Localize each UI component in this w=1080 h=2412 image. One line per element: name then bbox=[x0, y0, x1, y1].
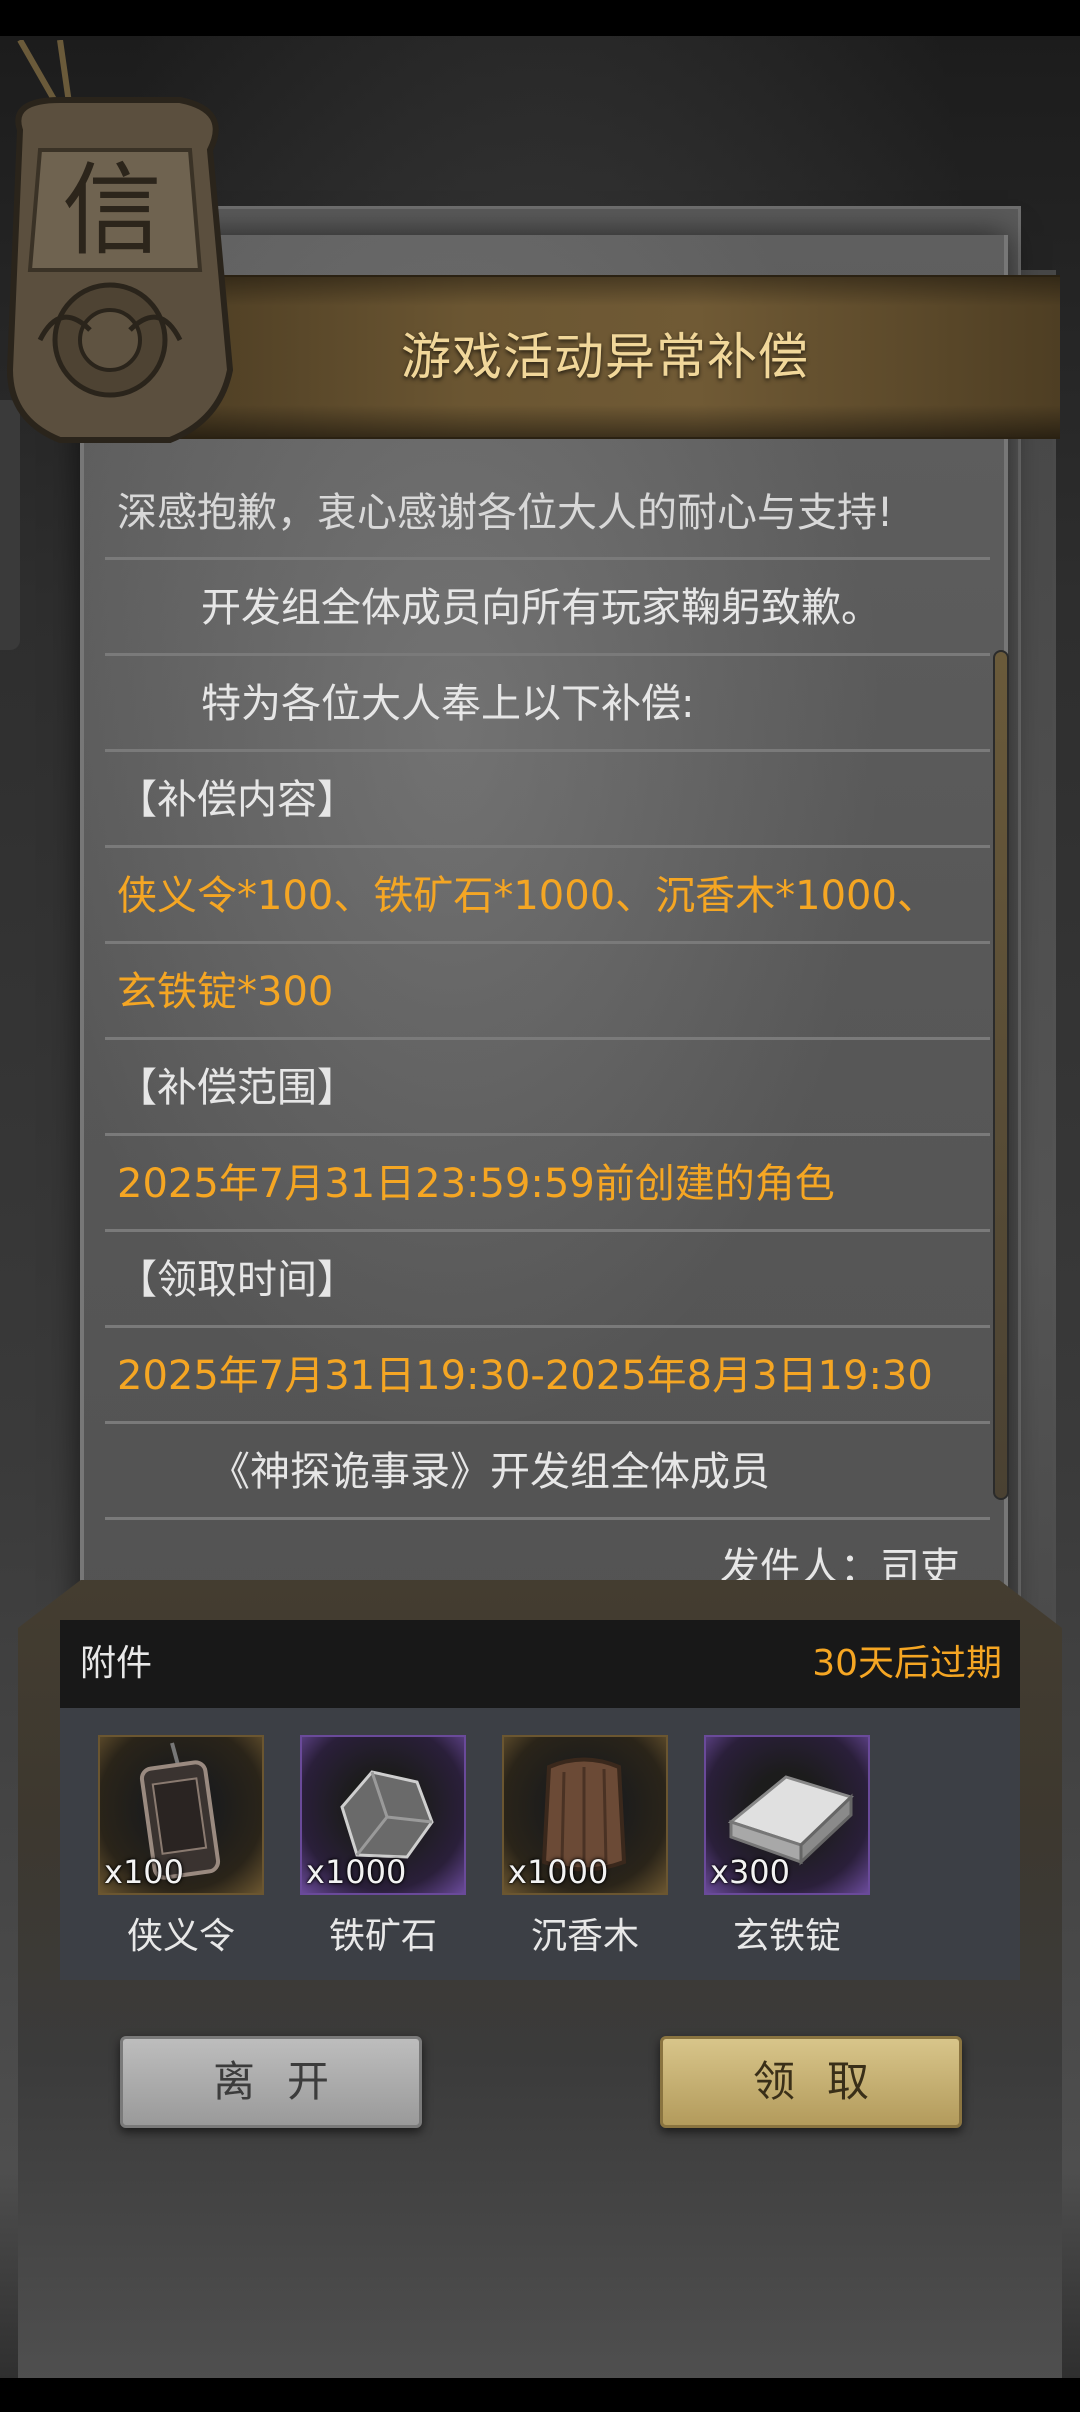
attachment-item[interactable]: x1000 铁矿石 bbox=[300, 1735, 470, 1959]
item-name: 侠义令 bbox=[126, 1916, 235, 1957]
letter-line-highlight: 2025年7月31日19:30-2025年8月3日19:30 bbox=[105, 1328, 990, 1424]
title-banner: 游戏活动异常补偿 bbox=[150, 275, 1060, 439]
section-heading: 【领取时间】 bbox=[105, 1232, 990, 1328]
claim-button-label: 领取 bbox=[752, 2057, 901, 2106]
attachments-label: 附件 bbox=[80, 1643, 153, 1684]
item-frame: x100 bbox=[98, 1735, 264, 1895]
section-heading: 【补偿范围】 bbox=[105, 1040, 990, 1136]
attachment-item[interactable]: x100 侠义令 bbox=[98, 1735, 268, 1959]
letter-line: 特为各位大人奉上以下补偿: bbox=[105, 656, 990, 752]
item-count: x1000 bbox=[508, 1853, 609, 1891]
section-heading: 【补偿内容】 bbox=[105, 752, 990, 848]
item-count: x300 bbox=[710, 1853, 791, 1891]
attachment-item[interactable]: x300 玄铁锭 bbox=[704, 1735, 874, 1959]
letter-body[interactable]: 深感抱歉，衷心感谢各位大人的耐心与支持! 开发组全体成员向所有玩家鞠躬致歉。 特… bbox=[105, 490, 990, 1610]
item-name: 玄铁锭 bbox=[732, 1916, 841, 1957]
mail-title: 游戏活动异常补偿 bbox=[401, 328, 809, 386]
letter-scrollbar[interactable] bbox=[993, 650, 1009, 1500]
item-count: x1000 bbox=[306, 1853, 407, 1891]
emblem-character: 信 bbox=[62, 152, 162, 269]
letter-line-highlight: 2025年7月31日23:59:59前创建的角色 bbox=[105, 1136, 990, 1232]
status-bar bbox=[0, 0, 1080, 36]
attachment-item[interactable]: x1000 沉香木 bbox=[502, 1735, 672, 1959]
leave-button-label: 离开 bbox=[212, 2057, 361, 2106]
letter-signature: 《神探诡事录》开发组全体成员 bbox=[105, 1424, 990, 1520]
attachments-panel: 附件 30天后过期 x100 侠义令 x1000 铁矿石 x1000 沉香木 x… bbox=[60, 1620, 1020, 1980]
letter-line: 开发组全体成员向所有玩家鞠躬致歉。 bbox=[105, 560, 990, 656]
item-name: 铁矿石 bbox=[328, 1916, 437, 1957]
navigation-bar bbox=[0, 2378, 1080, 2412]
xin-token-emblem: 信 bbox=[6, 40, 234, 443]
leave-button[interactable]: 离开 bbox=[120, 2036, 422, 2128]
item-count: x100 bbox=[104, 1853, 185, 1891]
attachments-header: 附件 30天后过期 bbox=[60, 1620, 1020, 1708]
letter-line-highlight: 侠义令*100、铁矿石*1000、沉香木*1000、 bbox=[105, 848, 990, 944]
letter-line-highlight: 玄铁锭*300 bbox=[105, 944, 990, 1040]
item-name: 沉香木 bbox=[530, 1916, 639, 1957]
item-frame: x1000 bbox=[300, 1735, 466, 1895]
item-frame: x1000 bbox=[502, 1735, 668, 1895]
claim-button[interactable]: 领取 bbox=[660, 2036, 962, 2128]
item-frame: x300 bbox=[704, 1735, 870, 1895]
letter-line: 深感抱歉，衷心感谢各位大人的耐心与支持! bbox=[105, 490, 990, 560]
attachments-expiry: 30天后过期 bbox=[812, 1643, 1002, 1684]
